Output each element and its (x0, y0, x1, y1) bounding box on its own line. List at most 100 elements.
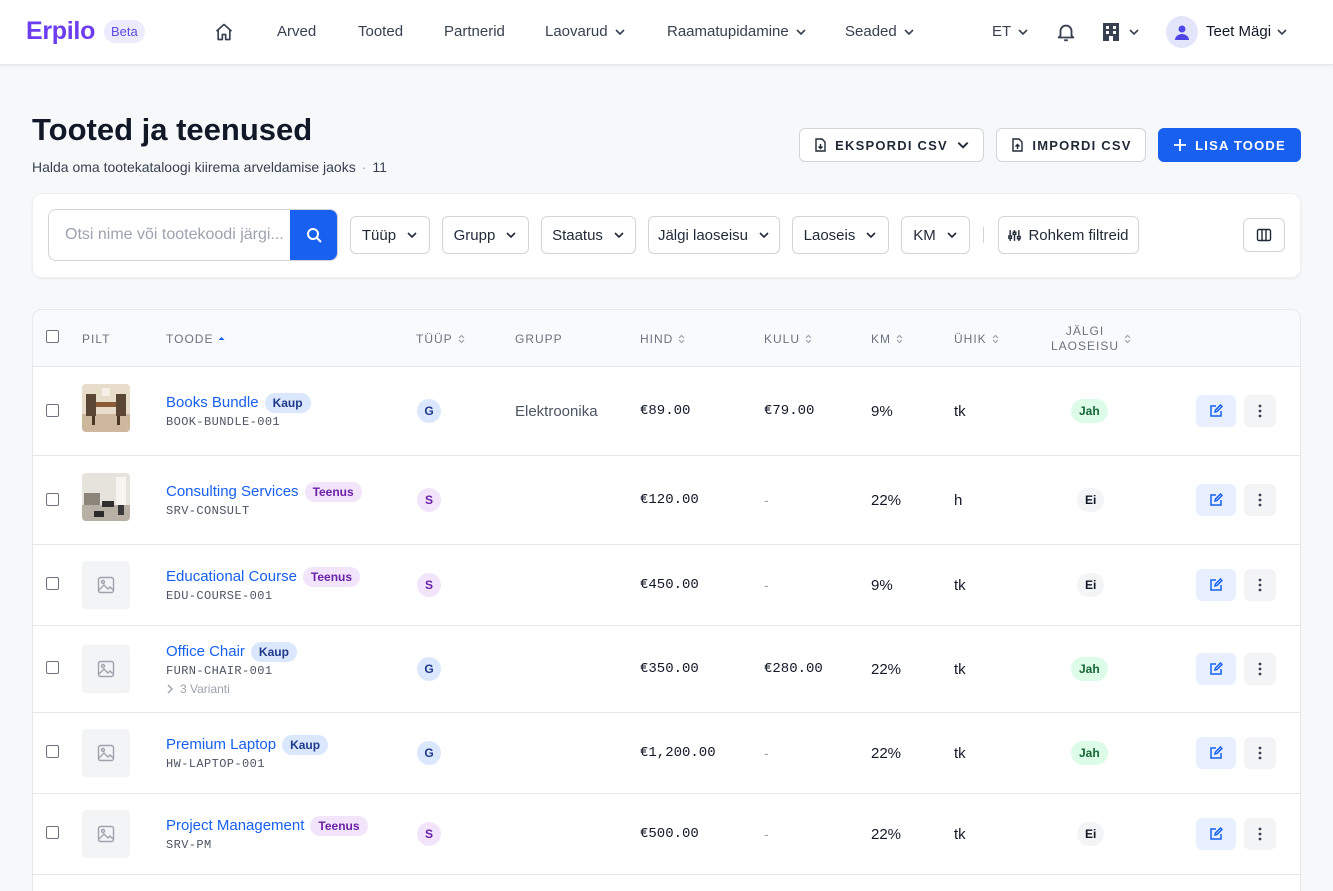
sort-icon (805, 334, 812, 344)
edit-button[interactable] (1196, 737, 1236, 769)
column-header-unit[interactable]: ÜHIK (954, 332, 999, 346)
edit-icon (1210, 662, 1223, 675)
interior-photo-icon (82, 473, 130, 521)
table-row[interactable]: Consulting Services Teenus SRV-CONSULT S … (33, 456, 1300, 545)
column-header-vat[interactable]: KM (871, 332, 903, 346)
chevron-right-icon (167, 684, 173, 694)
search-icon (307, 228, 322, 243)
nav-item-products[interactable]: Tooted (358, 23, 403, 40)
table-row[interactable]: Premium Laptop Kaup HW-LAPTOP-001 G €1,20… (33, 713, 1300, 794)
product-name-link[interactable]: Project Management (166, 817, 304, 834)
edit-button[interactable] (1196, 484, 1236, 516)
product-vat: 22% (871, 826, 902, 843)
brand-logo[interactable]: Erpilo (26, 17, 95, 46)
table-row[interactable]: Project Management Teenus SRV-PM S €500.0… (33, 794, 1300, 875)
more-vertical-icon (1258, 404, 1262, 418)
filter-vat[interactable]: KM (901, 216, 970, 254)
more-filters-button[interactable]: Rohkem filtreid (998, 216, 1139, 254)
row-checkbox[interactable] (46, 493, 59, 506)
add-product-button[interactable]: LISA TOODE (1158, 128, 1301, 162)
row-checkbox[interactable] (46, 745, 59, 758)
avatar[interactable] (1166, 16, 1198, 48)
sort-icon (1124, 334, 1131, 344)
product-sku: FURN-CHAIR-001 (166, 664, 273, 678)
filter-track-stock[interactable]: Jälgi laoseisu (648, 216, 780, 254)
row-checkbox[interactable] (46, 577, 59, 590)
product-name-link[interactable]: Premium Laptop (166, 736, 276, 753)
more-actions-button[interactable] (1244, 484, 1276, 516)
product-image-placeholder (82, 645, 130, 693)
bell-icon[interactable] (1055, 21, 1077, 43)
image-placeholder-icon (97, 576, 115, 594)
nav-item-settings[interactable]: Seaded (845, 23, 915, 40)
product-name-link[interactable]: Books Bundle (166, 394, 259, 411)
product-count: 11 (372, 159, 387, 175)
product-unit: tk (954, 826, 966, 843)
subtitle-text: Halda oma tootekataloogi kiirema arvelda… (32, 159, 356, 175)
columns-toggle-button[interactable] (1243, 218, 1285, 252)
chevron-down-icon (614, 232, 624, 239)
row-checkbox[interactable] (46, 404, 59, 417)
more-vertical-icon (1258, 578, 1262, 592)
product-vat: 22% (871, 492, 902, 509)
edit-button[interactable] (1196, 569, 1236, 601)
column-header-track-stock[interactable]: JÄLGI LAOSEISU (1051, 324, 1131, 354)
chevron-down-icon (866, 232, 876, 239)
column-header-product[interactable]: TOODE (166, 332, 225, 346)
filter-stock[interactable]: Laoseis (792, 216, 889, 254)
product-sku: HW-LAPTOP-001 (166, 757, 265, 771)
filter-group[interactable]: Grupp (442, 216, 529, 254)
filter-status[interactable]: Staatus (541, 216, 636, 254)
more-actions-button[interactable] (1244, 737, 1276, 769)
chevron-down-icon[interactable] (1276, 26, 1288, 38)
plus-icon (1174, 139, 1187, 151)
file-upload-icon (1012, 138, 1024, 152)
column-header-price[interactable]: HIND (640, 332, 685, 346)
search-button[interactable] (290, 210, 337, 260)
export-csv-button[interactable]: EKSPORDI CSV (799, 128, 984, 162)
nav-item-invoices[interactable]: Arved (277, 23, 316, 40)
edit-button[interactable] (1196, 395, 1236, 427)
product-name-link[interactable]: Educational Course (166, 568, 297, 585)
product-cost: €280.00 (764, 661, 823, 677)
nav-item-partners[interactable]: Partnerid (444, 23, 505, 40)
chevron-down-icon[interactable] (1128, 26, 1140, 38)
nav-item-inventory[interactable]: Laovarud (545, 23, 626, 40)
more-actions-button[interactable] (1244, 653, 1276, 685)
filter-type[interactable]: Tüüp (350, 216, 430, 254)
edit-icon (1210, 578, 1223, 591)
product-cost: - (764, 492, 769, 508)
column-header-cost[interactable]: KULU (764, 332, 812, 346)
search-input[interactable] (49, 210, 290, 260)
image-placeholder-icon (97, 660, 115, 678)
variants-toggle[interactable]: 3 Varianti (166, 682, 230, 696)
more-actions-button[interactable] (1244, 569, 1276, 601)
more-actions-button[interactable] (1244, 818, 1276, 850)
row-checkbox[interactable] (46, 661, 59, 674)
import-csv-button[interactable]: IMPORDI CSV (996, 128, 1146, 162)
language-selector[interactable]: ET (992, 23, 1029, 40)
sort-icon (678, 334, 685, 344)
select-all-checkbox[interactable] (46, 330, 59, 343)
track-stock-badge: Jah (1071, 741, 1108, 765)
table-row[interactable]: Educational Course Teenus EDU-COURSE-001 … (33, 545, 1300, 626)
column-header-group: GRUPP (515, 332, 563, 346)
more-actions-button[interactable] (1244, 395, 1276, 427)
edit-button[interactable] (1196, 818, 1236, 850)
products-table: PILT TOODE TÜÜP GRUPP HIND KULU KM ÜHIK … (32, 309, 1301, 891)
product-name-link[interactable]: Consulting Services (166, 483, 299, 500)
home-icon[interactable] (214, 22, 234, 42)
product-image (82, 473, 130, 521)
table-row[interactable]: Office Chair Kaup FURN-CHAIR-001 3 Varian… (33, 626, 1300, 713)
chevron-down-icon (957, 142, 969, 149)
row-checkbox[interactable] (46, 826, 59, 839)
building-icon[interactable] (1102, 22, 1120, 42)
user-icon (1175, 25, 1189, 40)
edit-button[interactable] (1196, 653, 1236, 685)
product-name-link[interactable]: Office Chair (166, 643, 245, 660)
product-price: €89.00 (640, 403, 691, 419)
table-row[interactable]: Books Bundle Kaup BOOK-BUNDLE-001 G Elekt… (33, 367, 1300, 456)
nav-item-accounting[interactable]: Raamatupidamine (667, 23, 807, 40)
user-name[interactable]: Teet Mägi (1206, 23, 1271, 40)
column-header-type[interactable]: TÜÜP (416, 332, 465, 346)
